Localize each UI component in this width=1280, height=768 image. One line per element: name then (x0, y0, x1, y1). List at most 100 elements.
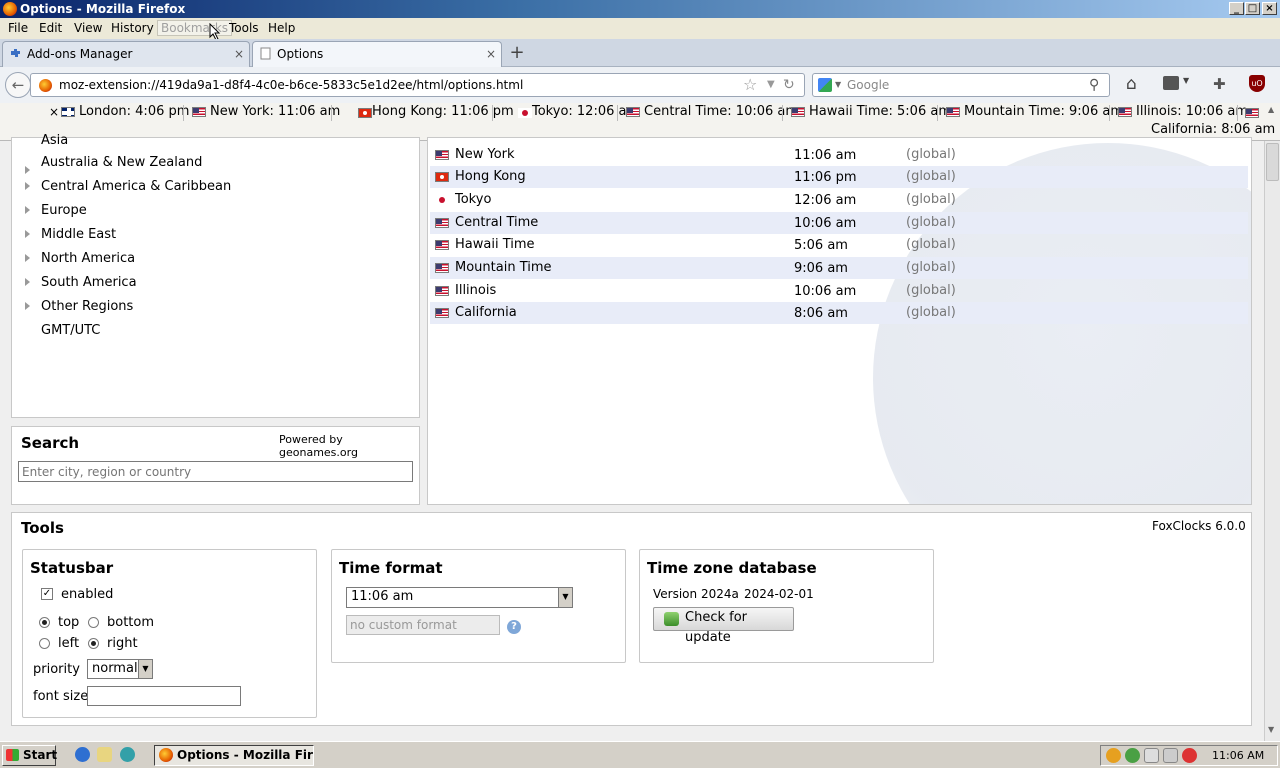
clock-central-time[interactable]: Central Time: 10:06 am (626, 104, 798, 119)
zone-name: New York (455, 147, 515, 162)
menu-history[interactable]: History (111, 21, 154, 35)
start-button[interactable]: Start (2, 745, 57, 766)
zone-name: Hong Kong (455, 169, 526, 184)
notepad-icon[interactable] (97, 747, 112, 762)
zone-time: 10:06 am (794, 216, 857, 231)
position-left-radio[interactable] (39, 638, 50, 649)
clock-hong-kong[interactable]: Hong Kong: 11:06 pm (340, 104, 514, 119)
scrollbar-thumb[interactable] (1266, 143, 1279, 181)
bookmarks-dropdown-icon[interactable]: ▼ (1183, 76, 1189, 85)
zone-row[interactable]: Hong Kong 11:06 pm (global) (430, 166, 1248, 188)
flag-icon[interactable] (1144, 748, 1159, 763)
back-button[interactable]: ← (5, 72, 31, 98)
zone-name: Central Time (455, 215, 539, 230)
region-item-south-america[interactable]: South America (41, 275, 137, 290)
clock-new-york[interactable]: New York: 11:06 am (192, 104, 340, 119)
expand-arrow-icon[interactable] (25, 166, 30, 174)
expand-arrow-icon[interactable] (25, 278, 30, 286)
us-flag-icon (1245, 108, 1259, 118)
search-icon[interactable]: ⚲ (1089, 74, 1099, 96)
clock-california[interactable]: California: 8:06 am (1151, 122, 1275, 137)
clock-hawaii-time[interactable]: Hawaii Time: 5:06 am (791, 104, 951, 119)
search-tray-icon[interactable] (1106, 748, 1121, 763)
region-item-europe[interactable]: Europe (41, 203, 87, 218)
region-item-other-regions[interactable]: Other Regions (41, 299, 133, 314)
minimize-button[interactable]: _ (1229, 2, 1244, 15)
close-tab-icon[interactable]: × (234, 42, 244, 66)
menu-tools[interactable]: Tools (229, 21, 259, 35)
tray-clock[interactable]: 11:06 AM (1212, 749, 1264, 762)
us-flag-icon (946, 107, 960, 117)
time-format-select[interactable]: 11:06 am ▼ (346, 587, 573, 608)
bookmarks-menu-icon[interactable] (1163, 76, 1179, 90)
position-right-radio[interactable] (88, 638, 99, 649)
clock-tokyo[interactable]: Tokyo: 12:06 am (500, 104, 639, 119)
region-item-middle-east[interactable]: Middle East (41, 227, 116, 242)
url-dropdown-icon[interactable]: ▼ (767, 74, 775, 96)
expand-arrow-icon[interactable] (25, 182, 30, 190)
menu-file[interactable]: File (8, 21, 28, 35)
scroll-up-icon[interactable]: ▲ (1268, 105, 1274, 114)
display-icon[interactable] (1163, 748, 1178, 763)
position-bottom-radio[interactable] (88, 617, 99, 628)
position-top-radio[interactable] (39, 617, 50, 628)
network-icon[interactable] (1125, 748, 1140, 763)
help-icon[interactable]: ? (507, 620, 521, 634)
restore-button[interactable]: □ (1245, 2, 1260, 15)
region-item-gmt-utc[interactable]: GMT/UTC (41, 323, 100, 338)
search-engine-dropdown-icon[interactable]: ▼ (835, 74, 841, 96)
ie-icon[interactable] (75, 747, 90, 762)
expand-arrow-icon[interactable] (25, 206, 30, 214)
tab-options[interactable]: Options × (252, 41, 502, 67)
time-format-group: Time format 11:06 am ▼ no custom format ? (331, 549, 626, 663)
media-icon[interactable] (120, 747, 135, 762)
menu-edit[interactable]: Edit (39, 21, 62, 35)
search-bar[interactable]: ▼ Google ⚲ (812, 73, 1110, 97)
clock-london[interactable]: London: 4:06 pm (61, 104, 189, 119)
timezone-database-title: Time zone database (647, 559, 817, 577)
zone-row[interactable]: New York 11:06 am (global) (430, 144, 1248, 166)
bookmark-star-icon[interactable]: ☆ (743, 74, 757, 96)
expand-arrow-icon[interactable] (25, 254, 30, 262)
addons-icon[interactable]: ✚ (1213, 75, 1226, 93)
menu-view[interactable]: View (74, 21, 102, 35)
zone-name: California (455, 305, 517, 320)
close-tab-icon[interactable]: × (486, 42, 496, 66)
region-item-central-america-caribbean[interactable]: Central America & Caribbean (41, 179, 231, 194)
zone-row[interactable]: Central Time 10:06 am (global) (430, 212, 1248, 234)
ublock-icon[interactable]: uO (1249, 75, 1265, 92)
menu-help[interactable]: Help (268, 21, 295, 35)
zone-row[interactable]: Tokyo 12:06 am (global) (430, 189, 1248, 211)
tab-addons-manager[interactable]: Add-ons Manager × (2, 41, 250, 67)
error-icon[interactable] (1182, 748, 1197, 763)
clock-illinois[interactable]: Illinois: 10:06 am (1118, 104, 1248, 119)
region-item-north-america[interactable]: North America (41, 251, 135, 266)
vertical-scrollbar[interactable]: ▼ (1264, 141, 1280, 741)
taskbar-firefox-button[interactable]: Options - Mozilla Firef... (154, 745, 314, 766)
region-item-asia[interactable]: Asia (41, 133, 68, 148)
home-icon[interactable]: ⌂ (1126, 74, 1137, 94)
check-for-update-button[interactable]: Check for update (653, 607, 794, 645)
reload-icon[interactable]: ↻ (783, 74, 795, 96)
region-item-australia-new-zealand[interactable]: Australia & New Zealand (41, 155, 202, 170)
scroll-down-icon[interactable]: ▼ (1268, 725, 1274, 734)
search-input[interactable] (18, 461, 413, 482)
close-clockbar-icon[interactable]: × (49, 105, 59, 119)
priority-select[interactable]: normal ▼ (87, 659, 153, 679)
zone-row[interactable]: Illinois 10:06 am (global) (430, 280, 1248, 302)
firefox-icon (159, 748, 173, 762)
zone-row[interactable]: Hawaii Time 5:06 am (global) (430, 234, 1248, 256)
enabled-checkbox[interactable]: ✓ (41, 588, 53, 600)
expand-arrow-icon[interactable] (25, 302, 30, 310)
font-size-input[interactable] (87, 686, 241, 706)
clock-mountain-time[interactable]: Mountain Time: 9:06 am (946, 104, 1123, 119)
expand-arrow-icon[interactable] (25, 230, 30, 238)
custom-format-input[interactable]: no custom format (346, 615, 500, 635)
zone-row[interactable]: California 8:06 am (global) (430, 302, 1248, 324)
close-window-button[interactable]: × (1262, 2, 1277, 15)
zone-row[interactable]: Mountain Time 9:06 am (global) (430, 257, 1248, 279)
google-icon (818, 78, 832, 92)
left-label: left (58, 636, 80, 651)
url-bar[interactable]: moz-extension://419da9a1-d8f4-4c0e-b6ce-… (30, 73, 805, 97)
new-tab-button[interactable]: + (506, 44, 528, 64)
